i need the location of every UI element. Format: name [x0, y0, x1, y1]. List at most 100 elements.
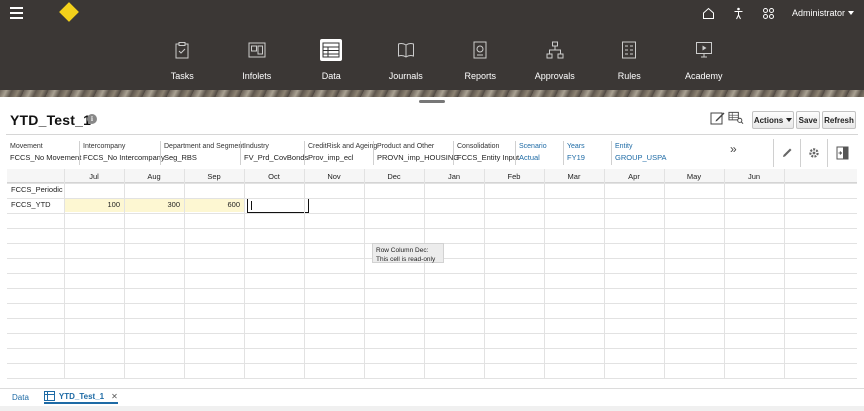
tab-form[interactable]: YTD_Test_1 ✕ — [43, 391, 118, 404]
pov-dimension-name: Industry — [244, 143, 269, 150]
nav-label: Reports — [464, 71, 496, 81]
navigator-icon[interactable] — [762, 6, 776, 20]
pov-dimension-name: Intercompany — [83, 143, 126, 150]
panel-resize-handle[interactable] — [419, 100, 445, 103]
hamburger-menu-icon[interactable] — [10, 7, 23, 19]
nav-label: Rules — [617, 71, 641, 81]
pov-dimension-value: FCCS_No Movement — [10, 153, 82, 162]
nav-item-journals[interactable]: Journals — [369, 38, 444, 88]
nav-item-approvals[interactable]: Approvals — [518, 38, 593, 88]
grid-row-line — [7, 288, 857, 289]
pov-dimension-name: CreditRisk and Ageing — [308, 143, 378, 150]
page-dimension-years[interactable]: Years FY19 — [563, 141, 611, 165]
accessibility-icon[interactable] — [732, 6, 746, 20]
pov-dimension-value: FCCS_Entity Input — [457, 153, 520, 162]
data-cell[interactable]: 300 — [124, 198, 184, 212]
column-header[interactable]: May — [664, 169, 724, 183]
divider — [6, 134, 858, 135]
column-header[interactable]: Mar — [544, 169, 604, 183]
column-header[interactable]: Jul — [64, 169, 124, 183]
column-header[interactable]: Jun — [724, 169, 784, 183]
pov-dimension-intercompany[interactable]: Intercompany FCCS_No Intercompany — [79, 141, 165, 165]
data-cell[interactable]: 600 — [184, 198, 244, 212]
edit-form-icon[interactable] — [709, 111, 725, 125]
pov-dimension-name: Consolidation — [457, 143, 500, 150]
pov-dimension-name: Movement — [10, 143, 43, 150]
form-title: YTD_Test_1 — [10, 112, 92, 128]
grid-column-line — [364, 169, 365, 379]
column-header[interactable]: Apr — [604, 169, 664, 183]
nav-item-rules[interactable]: Rules — [592, 38, 667, 88]
user-menu-label: Administrator — [791, 8, 845, 18]
pov-dimension-creditrisk-ageing[interactable]: CreditRisk and Ageing Prov_imp_ecl — [304, 141, 378, 165]
clipboard-icon — [171, 39, 193, 61]
pov-dimension-consolidation[interactable]: Consolidation FCCS_Entity Input — [453, 141, 520, 165]
column-header[interactable]: Dec — [364, 169, 424, 183]
page-dimension-scenario[interactable]: Scenario Actual — [515, 141, 563, 165]
grid-column-line — [724, 169, 725, 379]
nav-label: Journals — [388, 71, 423, 81]
row-header[interactable]: FCCS_Periodic — [11, 185, 63, 194]
page-dimension-entity[interactable]: Entity GROUP_USPA — [611, 141, 667, 165]
active-cell-editor[interactable] — [247, 198, 309, 213]
pov-dimension-value: Prov_imp_ecl — [308, 153, 354, 162]
pov-dimension-value: Seg_RBS — [164, 153, 197, 162]
academy-icon — [693, 39, 715, 61]
search-grid-icon[interactable] — [728, 111, 744, 125]
pov-dimension-product-other[interactable]: Product and Other PROVN_imp_HOUSING — [373, 141, 459, 165]
column-header[interactable]: Oct — [244, 169, 304, 183]
column-header[interactable]: Sep — [184, 169, 244, 183]
save-button[interactable]: Save — [796, 111, 820, 129]
grid-row-line — [7, 378, 857, 379]
tooltip-line: Row Column Dec: — [376, 247, 429, 254]
nav-label: Infolets — [242, 71, 272, 81]
banner-decorative-stripe — [0, 90, 864, 97]
nav-item-academy[interactable]: Academy — [667, 38, 742, 88]
pov-dimension-name: Scenario — [519, 143, 547, 150]
pencil-icon[interactable] — [773, 139, 800, 167]
nav-item-tasks[interactable]: Tasks — [145, 38, 220, 88]
tab-data[interactable]: Data — [12, 393, 29, 402]
chevron-down-icon — [786, 118, 793, 122]
grid-row-line — [7, 333, 857, 334]
grid-row-line — [7, 363, 857, 364]
column-header[interactable]: Jan — [424, 169, 484, 183]
pov-dimension-value: GROUP_USPA — [615, 153, 667, 162]
refresh-button-label: Refresh — [824, 115, 854, 125]
top-banner: Administrator Tasks Infolets Data Journa… — [0, 0, 864, 97]
pov-bar: Movement FCCS_No Movement Intercompany F… — [7, 141, 667, 165]
refresh-button[interactable]: Refresh — [822, 111, 856, 129]
column-header[interactable]: Aug — [124, 169, 184, 183]
home-icon[interactable] — [702, 6, 716, 20]
pov-dimension-value: FY19 — [567, 153, 585, 162]
info-icon[interactable]: i — [87, 114, 97, 124]
row-header[interactable]: FCCS_YTD — [11, 200, 51, 209]
user-menu[interactable]: Administrator — [792, 8, 854, 18]
grid-column-line — [244, 169, 245, 379]
column-header[interactable]: Feb — [484, 169, 544, 183]
actions-menu-button[interactable]: Actions — [752, 111, 794, 129]
pov-dimension-movement[interactable]: Movement FCCS_No Movement — [7, 141, 82, 165]
pov-dimension-value: FCCS_No Intercompany — [83, 153, 165, 162]
column-header[interactable]: Nov — [304, 169, 364, 183]
pov-dimension-value: Actual — [519, 153, 540, 162]
pov-dimension-department-segment[interactable]: Department and Segment Seg_RBS — [160, 141, 244, 165]
double-chevron-right-icon[interactable]: » — [730, 142, 737, 156]
app-root: Administrator Tasks Infolets Data Journa… — [0, 0, 864, 411]
nav-item-reports[interactable]: Reports — [443, 38, 518, 88]
data-cell[interactable]: 100 — [64, 198, 124, 212]
nav-label: Data — [321, 71, 341, 81]
grid-column-line — [604, 169, 605, 379]
close-icon[interactable]: ✕ — [111, 392, 118, 401]
grid-row-line — [7, 228, 857, 229]
gear-icon[interactable] — [800, 139, 827, 167]
grid-row-line — [7, 273, 857, 274]
grid-column-line — [184, 169, 185, 379]
grid-column-line — [124, 169, 125, 379]
tooltip-line: This cell is read-only — [376, 256, 436, 263]
collapse-panel-icon[interactable] — [827, 139, 857, 167]
data-grid-icon — [320, 39, 343, 61]
nav-item-infolets[interactable]: Infolets — [220, 38, 295, 88]
nav-item-data[interactable]: Data — [294, 38, 369, 88]
pov-dimension-industry[interactable]: Industry FV_Prd_CovBonds — [240, 141, 308, 165]
